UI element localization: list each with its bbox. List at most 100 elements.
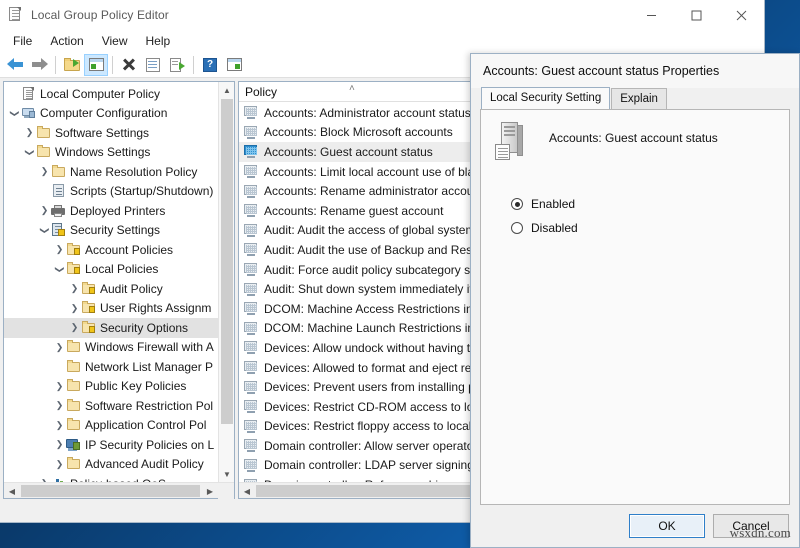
tree-item-network-list-manager-p[interactable]: Network List Manager P <box>4 357 234 377</box>
tree-item-computer-configuration[interactable]: ❯ Computer Configuration <box>4 104 234 124</box>
policy-name-cell: Domain controller: LDAP server signing r… <box>264 458 488 473</box>
chevron-right-icon[interactable]: ❯ <box>68 283 81 294</box>
policy-name-cell: Domain controller: Allow server operator… <box>264 438 484 453</box>
dialog-policy-name: Accounts: Guest account status <box>549 131 718 145</box>
tree-item-application-control-pol[interactable]: ❯ Application Control Pol <box>4 416 234 436</box>
tree-hscroll-thumb[interactable] <box>21 485 200 497</box>
folder-icon <box>66 418 81 432</box>
chevron-right-icon[interactable]: ❯ <box>53 244 66 255</box>
tree-item-label: Account Policies <box>85 242 174 257</box>
tab-explain[interactable]: Explain <box>611 88 667 109</box>
radio-enabled-icon[interactable] <box>511 198 523 210</box>
folder-lock-icon <box>81 320 96 335</box>
chevron-down-icon[interactable]: ❯ <box>24 146 35 159</box>
tree-item-advanced-audit-policy[interactable]: ❯ Advanced Audit Policy <box>4 455 234 475</box>
back-button[interactable] <box>3 54 27 76</box>
tree-item-software-settings[interactable]: ❯ Software Settings <box>4 123 234 143</box>
policy-document-icon <box>21 86 36 101</box>
policy-document-icon <box>8 7 24 23</box>
close-button[interactable] <box>719 0 764 30</box>
export-list-button[interactable] <box>165 54 189 76</box>
scroll-up-icon[interactable]: ▲ <box>219 82 235 98</box>
show-hide-action-pane-button[interactable] <box>222 54 246 76</box>
maximize-button[interactable] <box>674 0 719 30</box>
console-tree[interactable]: Local Computer Policy ❯ Computer Configura… <box>4 82 234 498</box>
tree-item-security-options[interactable]: ❯ Security Options <box>4 318 234 338</box>
tree-item-label: Windows Firewall with A <box>85 340 214 355</box>
menu-view[interactable]: View <box>93 32 137 50</box>
scroll-down-icon[interactable]: ▼ <box>219 466 235 482</box>
chevron-right-icon[interactable]: ❯ <box>23 127 36 138</box>
scroll-left-icon[interactable]: ◀ <box>4 483 20 499</box>
tree-item-ip-security-policies-on-l[interactable]: ❯ IP Security Policies on L <box>4 435 234 455</box>
policy-setting-icon <box>244 145 259 159</box>
tab-local-security-setting[interactable]: Local Security Setting <box>481 87 611 109</box>
help-button[interactable]: ? <box>198 54 222 76</box>
tree-item-public-key-policies[interactable]: ❯ Public Key Policies <box>4 377 234 397</box>
menu-action[interactable]: Action <box>41 32 92 50</box>
folder-lock-icon <box>81 301 96 315</box>
dialog-body: Accounts: Guest account status Enabled D… <box>480 109 790 505</box>
tree-item-local-policies[interactable]: ❯ Local Policies <box>4 260 234 280</box>
cancel-button[interactable]: Cancel <box>713 514 789 538</box>
dialog-titlebar[interactable]: Accounts: Guest account status Propertie… <box>471 54 799 88</box>
folder-up-icon <box>64 57 80 72</box>
chevron-down-icon[interactable]: ❯ <box>9 107 20 120</box>
toolbar-separator <box>112 55 113 74</box>
toolbar-separator <box>193 55 194 74</box>
tree-item-windows-settings[interactable]: ❯ Windows Settings <box>4 143 234 163</box>
policy-name-cell: Accounts: Guest account status <box>264 144 433 159</box>
chevron-down-icon[interactable]: ❯ <box>54 263 65 276</box>
chevron-right-icon[interactable]: ❯ <box>68 322 81 333</box>
forward-button[interactable] <box>27 54 51 76</box>
chevron-right-icon[interactable]: ❯ <box>53 400 66 411</box>
tree-item-account-policies[interactable]: ❯ Account Policies <box>4 240 234 260</box>
minimize-button[interactable] <box>629 0 674 30</box>
tree-item-name-resolution-policy[interactable]: ❯ Name Resolution Policy <box>4 162 234 182</box>
tree-item-security-settings[interactable]: ❯ Security Settings <box>4 221 234 241</box>
tree-item-local-computer-policy[interactable]: Local Computer Policy <box>4 84 234 104</box>
tree-item-deployed-printers[interactable]: ❯ Deployed Printers <box>4 201 234 221</box>
policy-setting-icon <box>244 106 259 120</box>
ipsec-icon <box>66 438 81 452</box>
chevron-right-icon[interactable]: ❯ <box>53 439 66 450</box>
setting-options-group: Enabled Disabled <box>481 162 789 240</box>
up-one-level-button[interactable] <box>60 54 84 76</box>
chevron-right-icon[interactable]: ❯ <box>38 205 51 216</box>
tree-item-scripts-startup-shutdown[interactable]: Scripts (Startup/Shutdown) <box>4 182 234 202</box>
chevron-down-icon[interactable]: ❯ <box>39 224 50 237</box>
properties-button[interactable] <box>141 54 165 76</box>
tree-item-label: Application Control Pol <box>85 418 207 433</box>
radio-option-enabled[interactable]: Enabled <box>511 192 789 216</box>
chevron-right-icon[interactable]: ❯ <box>53 459 66 470</box>
policy-setting-icon <box>244 184 259 198</box>
chevron-right-icon[interactable]: ❯ <box>53 420 66 431</box>
scroll-right-icon[interactable]: ▶ <box>202 483 218 499</box>
chevron-right-icon[interactable]: ❯ <box>68 303 81 314</box>
radio-disabled-label: Disabled <box>531 221 578 235</box>
tree-item-windows-firewall-with-a[interactable]: ❯ Windows Firewall with A <box>4 338 234 358</box>
ok-button[interactable]: OK <box>629 514 705 538</box>
menu-help[interactable]: Help <box>137 32 180 50</box>
policy-name-cell: Accounts: Administrator account status <box>264 105 471 120</box>
menu-file[interactable]: File <box>4 32 41 50</box>
tree-horizontal-scrollbar[interactable]: ◀ ▶ <box>4 482 234 499</box>
folder-lock-icon <box>66 242 81 257</box>
chevron-right-icon[interactable]: ❯ <box>38 166 51 177</box>
tree-item-audit-policy[interactable]: ❯ Audit Policy <box>4 279 234 299</box>
window-titlebar[interactable]: Local Group Policy Editor <box>0 0 764 30</box>
radio-option-disabled[interactable]: Disabled <box>511 216 789 240</box>
chevron-right-icon[interactable]: ❯ <box>53 381 66 392</box>
tree-item-label: Computer Configuration <box>40 106 168 121</box>
show-hide-console-tree-button[interactable] <box>84 53 108 76</box>
tree-scroll-thumb[interactable] <box>221 99 233 424</box>
scroll-left-icon[interactable]: ◀ <box>239 483 255 499</box>
chevron-right-icon[interactable]: ❯ <box>53 342 66 353</box>
tree-item-software-restriction-pol[interactable]: ❯ Software Restriction Pol <box>4 396 234 416</box>
policy-name-cell: Audit: Shut down system immediately if u <box>264 282 483 297</box>
tree-item-user-rights-assignm[interactable]: ❯ User Rights Assignm <box>4 299 234 319</box>
delete-button[interactable] <box>117 54 141 76</box>
radio-disabled-icon[interactable] <box>511 222 523 234</box>
menu-bar: File Action View Help <box>0 30 764 52</box>
tree-vertical-scrollbar[interactable]: ▲ ▼ <box>218 82 234 482</box>
